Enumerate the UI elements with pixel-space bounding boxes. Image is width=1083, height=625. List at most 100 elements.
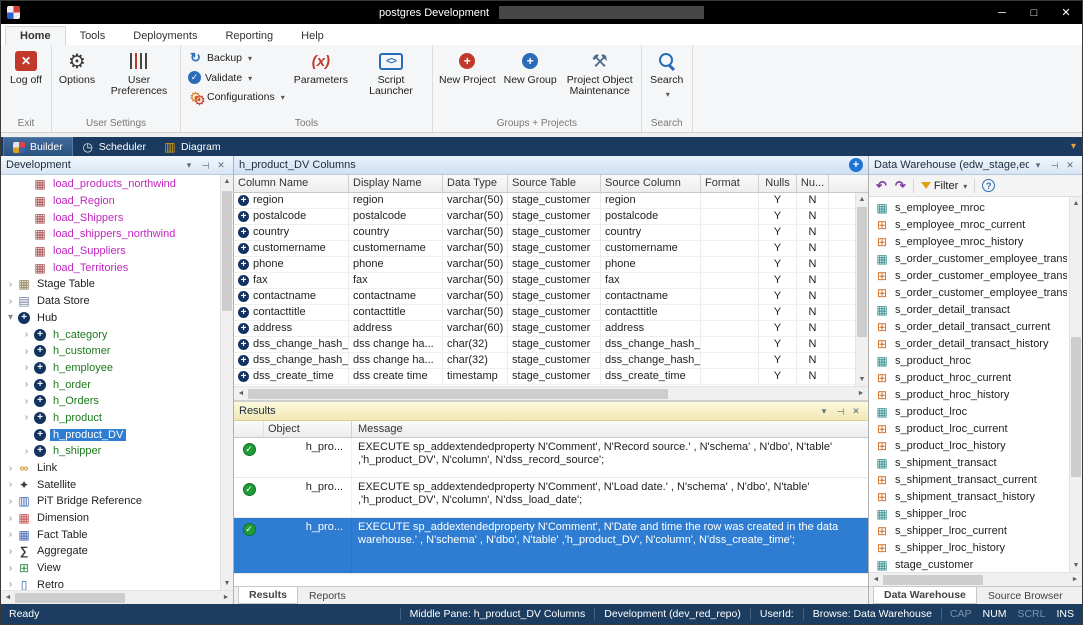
tools-dropdown-button[interactable]: Configurations	[184, 89, 289, 105]
column-header-cell[interactable]: Source Column	[601, 175, 701, 192]
results-tab[interactable]: Results	[238, 587, 298, 604]
filter-button[interactable]: Filter	[918, 177, 970, 195]
panel-menu-icon[interactable]: ▾	[182, 160, 196, 171]
scrollbar-thumb[interactable]	[15, 593, 125, 603]
maximize-button[interactable]: □	[1018, 1, 1050, 24]
browser-tab[interactable]: Data Warehouse	[873, 587, 977, 604]
warehouse-tree-item[interactable]: s_product_hroc	[869, 352, 1082, 369]
expand-chevron-icon[interactable]: ›	[21, 412, 32, 423]
tree-item[interactable]: › h_category	[1, 326, 233, 343]
tree-item[interactable]: › h_product	[1, 410, 233, 427]
warehouse-tree-item[interactable]: s_shipment_transact_history	[869, 488, 1082, 505]
expand-chevron-icon[interactable]: ›	[5, 479, 16, 490]
ribbon-tab[interactable]: Home	[5, 26, 66, 45]
expand-chevron-icon[interactable]: ›	[21, 362, 32, 373]
columns-grid-row[interactable]: region region varchar(50) stage_customer…	[234, 193, 868, 209]
undo-button[interactable]	[873, 177, 890, 195]
tree-item[interactable]: › Link	[1, 460, 233, 477]
expand-chevron-icon[interactable]: ›	[21, 446, 32, 457]
tree-item[interactable]: › PiT Bridge Reference	[1, 493, 233, 510]
grid-vertical-scrollbar[interactable]: ▲ ▼	[855, 193, 868, 386]
expand-chevron-icon[interactable]: ▾	[5, 312, 16, 323]
new-project-button[interactable]: New Project	[436, 46, 499, 87]
scroll-up-icon[interactable]: ▲	[221, 175, 233, 188]
scrollbar-thumb[interactable]	[883, 575, 983, 585]
column-header-cell[interactable]: Column Name	[234, 175, 349, 192]
tree-item[interactable]: › Fact Table	[1, 526, 233, 543]
tree-item[interactable]: › Stage Table	[1, 276, 233, 293]
scroll-right-icon[interactable]: ►	[219, 594, 233, 601]
scroll-up-icon[interactable]: ▲	[856, 193, 868, 206]
warehouse-tree-item[interactable]: stage_customer	[869, 556, 1082, 572]
scroll-down-icon[interactable]: ▼	[221, 577, 233, 590]
columns-grid-row[interactable]: postalcode postalcode varchar(50) stage_…	[234, 209, 868, 225]
expand-chevron-icon[interactable]: ›	[5, 563, 16, 574]
tree-item[interactable]: load_Suppliers	[1, 243, 233, 260]
columns-grid-row[interactable]: phone phone varchar(50) stage_customer p…	[234, 257, 868, 273]
warehouse-tree-item[interactable]: s_shipper_lroc	[869, 505, 1082, 522]
scroll-down-icon[interactable]: ▼	[1070, 559, 1082, 572]
result-row[interactable]: h_pro... EXECUTE sp_addextendedproperty …	[234, 438, 868, 478]
columns-grid-row[interactable]: dss_change_hash_custo... dss change ha..…	[234, 337, 868, 353]
warehouse-tree-item[interactable]: s_employee_mroc_current	[869, 216, 1082, 233]
view-tab[interactable]: Diagram	[155, 137, 230, 156]
column-header-cell[interactable]: Nu...	[797, 175, 829, 192]
close-panel-icon[interactable]: ✕	[1063, 160, 1077, 171]
warehouse-tree-item[interactable]: s_shipper_lroc_current	[869, 522, 1082, 539]
view-tab[interactable]: Builder	[3, 137, 73, 156]
scrollbar-thumb[interactable]	[857, 207, 867, 337]
result-row[interactable]: h_pro... EXECUTE sp_addextendedproperty …	[234, 518, 868, 574]
warehouse-tree-item[interactable]: s_shipment_transact_current	[869, 471, 1082, 488]
tree-item[interactable]: › h_shipper	[1, 443, 233, 460]
results-tab[interactable]: Reports	[298, 587, 357, 605]
view-tab[interactable]: Scheduler	[73, 137, 155, 156]
tree-item[interactable]: › Aggregate	[1, 543, 233, 560]
expand-chevron-icon[interactable]: ›	[5, 279, 16, 290]
scrollbar-thumb[interactable]	[1071, 337, 1081, 477]
scrollbar-thumb[interactable]	[248, 389, 668, 399]
warehouse-tree-item[interactable]: s_product_hroc_current	[869, 369, 1082, 386]
browser-tab[interactable]: Source Browser	[977, 587, 1074, 605]
new-group-button[interactable]: New Group	[501, 46, 560, 87]
warehouse-tree-item[interactable]: s_order_detail_transact_current	[869, 318, 1082, 335]
right-horizontal-scrollbar[interactable]: ◄ ►	[869, 572, 1082, 586]
scroll-left-icon[interactable]: ◄	[869, 576, 883, 583]
expand-chevron-icon[interactable]: ›	[5, 579, 16, 590]
right-vertical-scrollbar[interactable]: ▲ ▼	[1069, 197, 1082, 572]
tree-item[interactable]: load_Shippers	[1, 209, 233, 226]
ribbon-tab[interactable]: Deployments	[119, 27, 211, 45]
tree-item[interactable]: ▾ Hub	[1, 310, 233, 327]
parameters-button[interactable]: Parameters	[291, 46, 351, 87]
close-panel-icon[interactable]: ✕	[849, 406, 863, 417]
columns-grid-row[interactable]: country country varchar(50) stage_custom…	[234, 225, 868, 241]
expand-chevron-icon[interactable]: ›	[5, 496, 16, 507]
tree-item[interactable]: › Data Store	[1, 293, 233, 310]
expand-chevron-icon[interactable]: ›	[5, 546, 16, 557]
user-preferences-button[interactable]: User Preferences	[101, 46, 177, 98]
ribbon-tab[interactable]: Reporting	[211, 27, 287, 45]
tree-item[interactable]: › h_customer	[1, 343, 233, 360]
tree-item[interactable]: › Retro	[1, 577, 233, 591]
warehouse-tree-item[interactable]: s_order_detail_transact	[869, 301, 1082, 318]
pin-icon[interactable]: ⊤	[1047, 160, 1061, 171]
warehouse-tree-item[interactable]: s_order_detail_transact_history	[869, 335, 1082, 352]
project-object-maintenance-button[interactable]: Project Object Maintenance	[562, 46, 638, 98]
column-header-cell[interactable]: Display Name	[349, 175, 443, 192]
ribbon-tab[interactable]: Tools	[66, 27, 120, 45]
columns-grid-row[interactable]: dss_create_time dss create time timestam…	[234, 369, 868, 385]
tree-item[interactable]: › h_Orders	[1, 393, 233, 410]
warehouse-tree-item[interactable]: s_employee_mroc	[869, 199, 1082, 216]
close-panel-icon[interactable]: ✕	[214, 160, 228, 171]
tree-item[interactable]: load_shippers_northwind	[1, 226, 233, 243]
expand-chevron-icon[interactable]: ›	[5, 296, 16, 307]
tree-item[interactable]: › h_order	[1, 376, 233, 393]
tree-item[interactable]: load_Territories	[1, 259, 233, 276]
expand-chevron-icon[interactable]: ›	[21, 396, 32, 407]
scroll-right-icon[interactable]: ►	[854, 390, 868, 397]
tree-item[interactable]: load_products_northwind	[1, 176, 233, 193]
grid-horizontal-scrollbar[interactable]: ◄ ►	[234, 386, 868, 400]
tree-item[interactable]: › View	[1, 560, 233, 577]
columns-grid-row[interactable]: contacttitle contacttitle varchar(50) st…	[234, 305, 868, 321]
tools-dropdown-button[interactable]: Validate	[184, 70, 289, 85]
help-button[interactable]	[979, 177, 998, 195]
